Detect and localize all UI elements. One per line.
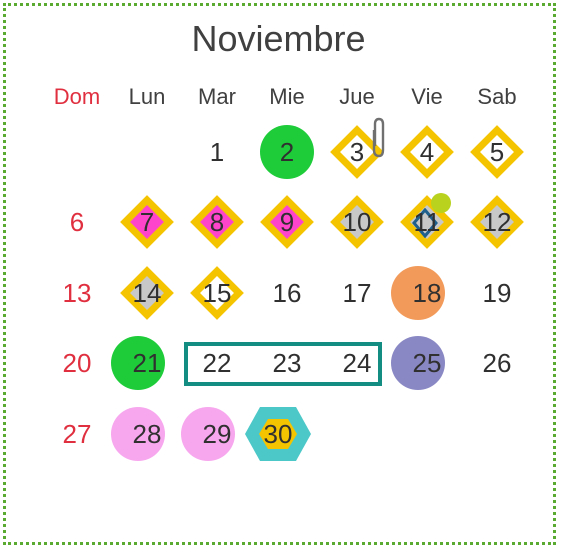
day-15[interactable]: 15 (182, 268, 252, 318)
day-10[interactable]: 10 (322, 197, 392, 247)
day-26[interactable]: 26 (462, 338, 532, 388)
day-19[interactable]: 19 (462, 268, 532, 318)
weekday-vie: Vie (411, 84, 443, 109)
weekday-mar: Mar (198, 84, 236, 109)
month-title: Noviembre (191, 18, 366, 59)
day-4[interactable]: 4 (392, 127, 462, 177)
day-11[interactable]: 11 (392, 197, 462, 247)
day-17[interactable]: 17 (322, 268, 392, 318)
day-25[interactable]: 25 (392, 338, 462, 388)
day-22[interactable]: 22 (182, 338, 252, 388)
day-7[interactable]: 7 (112, 197, 182, 247)
day-28[interactable]: 28 (112, 409, 182, 459)
day-27[interactable]: 27 (42, 409, 112, 459)
day-8[interactable]: 8 (182, 197, 252, 247)
day-18[interactable]: 18 (392, 268, 462, 318)
day-2[interactable]: 2 (252, 127, 322, 177)
day-16[interactable]: 16 (252, 268, 322, 318)
day-14[interactable]: 14 (112, 268, 182, 318)
day-20[interactable]: 20 (42, 338, 112, 388)
day-5[interactable]: 5 (462, 127, 532, 177)
day-21[interactable]: 21 (112, 338, 182, 388)
day-12[interactable]: 12 (462, 197, 532, 247)
day-23[interactable]: 23 (252, 338, 322, 388)
weekday-sab: Sab (477, 84, 517, 109)
weekday-jue: Jue (339, 84, 375, 109)
day-29[interactable]: 29 (182, 409, 252, 459)
day-9[interactable]: 9 (252, 197, 322, 247)
day-6[interactable]: 6 (42, 197, 112, 247)
day-3[interactable]: 3 (322, 127, 392, 177)
weekday-mie: Mie (269, 84, 305, 109)
day-13[interactable]: 13 (42, 268, 112, 318)
day-1[interactable]: 1 (182, 127, 252, 177)
day-24[interactable]: 24 (322, 338, 392, 388)
weekday-lun: Lun (128, 84, 166, 109)
day-30[interactable]: 30 (243, 409, 313, 459)
weekday-dom: Dom (53, 84, 101, 109)
